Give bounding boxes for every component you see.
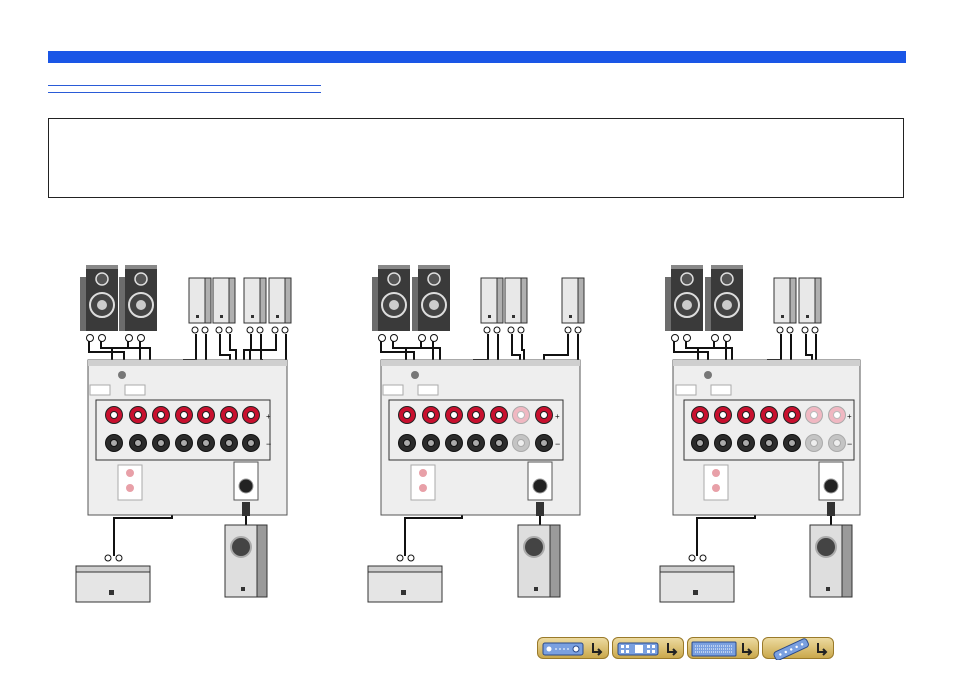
minus-sign: − — [847, 439, 852, 449]
diagram-7-1 — [75, 264, 292, 603]
front-panel-icon — [542, 642, 603, 656]
return-arrow-icon — [742, 643, 753, 656]
return-arrow-icon — [817, 643, 828, 656]
rear-panel-icon — [617, 642, 678, 656]
minus-sign: − — [555, 439, 560, 449]
front-panel-button[interactable] — [537, 637, 609, 659]
plus-sign: + — [555, 412, 560, 421]
display-icon — [691, 641, 753, 657]
remote-button[interactable] — [762, 637, 834, 660]
speaker-connection-diagrams: + − + − + − — [75, 264, 861, 603]
return-arrow-icon — [592, 643, 603, 656]
plus-sign: + — [847, 412, 852, 421]
section-title-rule — [48, 85, 321, 93]
note-box — [48, 118, 904, 198]
minus-sign: − — [266, 439, 271, 449]
remote-control-icon — [773, 638, 828, 660]
display-button[interactable] — [687, 637, 759, 659]
navigation-buttons — [537, 637, 837, 661]
diagram-5-1 — [659, 264, 861, 603]
return-arrow-icon — [667, 643, 678, 656]
rear-panel-button[interactable] — [612, 637, 684, 659]
diagram-6-1 — [367, 264, 585, 603]
header-bar — [48, 51, 906, 63]
plus-sign: + — [266, 412, 271, 421]
